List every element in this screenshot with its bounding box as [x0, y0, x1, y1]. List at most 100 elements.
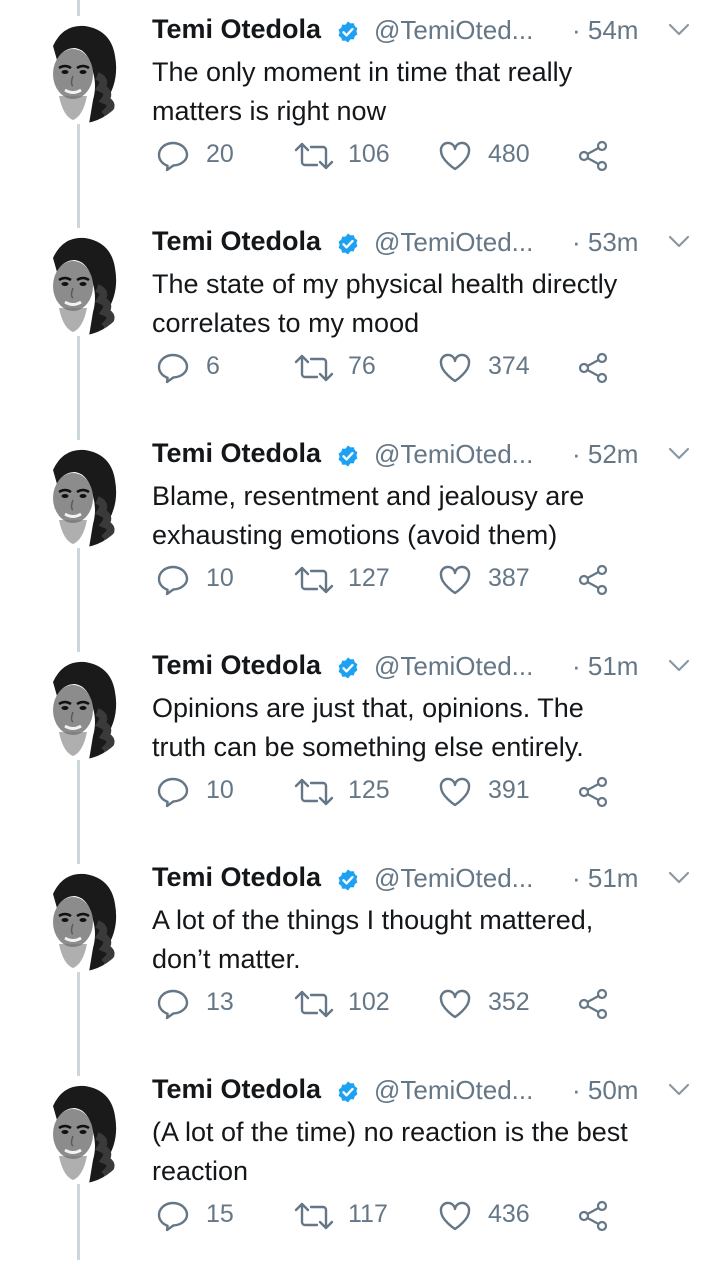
retweet-button[interactable]: 117: [292, 1198, 412, 1234]
tweet-item[interactable]: Temi Otedola @TemiOted... · 54m The only…: [0, 0, 720, 212]
chevron-down-icon[interactable]: [668, 658, 690, 674]
tweet-actions: 10 125 391: [156, 774, 716, 810]
reply-count: 20: [206, 140, 234, 168]
reply-button[interactable]: 20: [156, 138, 266, 174]
retweet-count: 76: [348, 352, 376, 380]
tweet-timestamp[interactable]: · 51m: [572, 863, 638, 894]
author-name[interactable]: Temi Otedola: [152, 862, 321, 893]
avatar[interactable]: [23, 228, 131, 336]
verified-badge-icon: [336, 1080, 360, 1104]
like-button[interactable]: 436: [438, 1198, 558, 1234]
like-button[interactable]: 374: [438, 350, 558, 386]
author-handle[interactable]: @TemiOted...: [374, 15, 533, 46]
retweet-button[interactable]: 127: [292, 562, 412, 598]
reply-count: 10: [206, 776, 234, 804]
author-handle[interactable]: @TemiOted...: [374, 863, 533, 894]
tweet-header: Temi Otedola @TemiOted... · 51m: [152, 650, 702, 684]
tweet-text-line: correlates to my mood: [152, 308, 420, 338]
avatar[interactable]: [23, 652, 131, 760]
avatar[interactable]: [23, 16, 131, 124]
like-button[interactable]: 387: [438, 562, 558, 598]
reply-count: 15: [206, 1200, 234, 1228]
tweet-text: The state of my physical health directly…: [152, 265, 702, 343]
tweet-actions: 6 76 374: [156, 350, 716, 386]
author-handle[interactable]: @TemiOted...: [374, 227, 533, 258]
chevron-down-icon[interactable]: [668, 22, 690, 38]
tweet-text-line: matters is right now: [152, 96, 387, 126]
reply-button[interactable]: 13: [156, 986, 266, 1022]
chevron-down-icon[interactable]: [668, 234, 690, 250]
tweet-actions: 20 106 480: [156, 138, 716, 174]
tweet-text-line: Opinions are just that, opinions. The: [152, 693, 584, 723]
retweet-count: 106: [348, 140, 390, 168]
tweet-actions: 15 117 436: [156, 1198, 716, 1234]
share-button[interactable]: [576, 562, 616, 598]
tweet-item[interactable]: Temi Otedola @TemiOted... · 51m Opinions…: [0, 636, 720, 848]
tweet-text-line: The only moment in time that really: [152, 57, 573, 87]
like-count: 387: [488, 564, 530, 592]
share-button[interactable]: [576, 774, 616, 810]
tweet-text: Blame, resentment and jealousy are exhaus…: [152, 477, 702, 555]
reply-button[interactable]: 10: [156, 562, 266, 598]
tweet-header: Temi Otedola @TemiOted... · 54m: [152, 14, 702, 48]
like-button[interactable]: 391: [438, 774, 558, 810]
reply-button[interactable]: 6: [156, 350, 266, 386]
like-count: 374: [488, 352, 530, 380]
verified-badge-icon: [336, 444, 360, 468]
retweet-button[interactable]: 125: [292, 774, 412, 810]
verified-badge-icon: [336, 20, 360, 44]
reply-button[interactable]: 10: [156, 774, 266, 810]
like-count: 391: [488, 776, 530, 804]
avatar[interactable]: [23, 440, 131, 548]
verified-badge-icon: [336, 656, 360, 680]
tweet-timestamp[interactable]: · 50m: [572, 1075, 638, 1106]
share-button[interactable]: [576, 138, 616, 174]
avatar[interactable]: [23, 1076, 131, 1184]
like-button[interactable]: 352: [438, 986, 558, 1022]
tweet-text: A lot of the things I thought mattered, d…: [152, 901, 702, 979]
avatar[interactable]: [23, 864, 131, 972]
tweet-timestamp[interactable]: · 53m: [572, 227, 638, 258]
retweet-button[interactable]: 106: [292, 138, 412, 174]
verified-badge-icon: [336, 868, 360, 892]
chevron-down-icon[interactable]: [668, 1082, 690, 1098]
author-name[interactable]: Temi Otedola: [152, 14, 321, 45]
retweet-count: 102: [348, 988, 390, 1016]
chevron-down-icon[interactable]: [668, 870, 690, 886]
retweet-button[interactable]: 102: [292, 986, 412, 1022]
share-button[interactable]: [576, 350, 616, 386]
tweet-item[interactable]: Temi Otedola @TemiOted... · 52m Blame, r…: [0, 424, 720, 636]
tweet-item[interactable]: Temi Otedola @TemiOted... · 53m The stat…: [0, 212, 720, 424]
author-handle[interactable]: @TemiOted...: [374, 651, 533, 682]
author-name[interactable]: Temi Otedola: [152, 226, 321, 257]
author-handle[interactable]: @TemiOted...: [374, 1075, 533, 1106]
reply-count: 10: [206, 564, 234, 592]
reply-count: 13: [206, 988, 234, 1016]
tweet-text-line: The state of my physical health directly: [152, 269, 618, 299]
retweet-count: 127: [348, 564, 390, 592]
author-name[interactable]: Temi Otedola: [152, 1074, 321, 1105]
tweet-timestamp[interactable]: · 52m: [572, 439, 638, 470]
author-name[interactable]: Temi Otedola: [152, 650, 321, 681]
tweet-header: Temi Otedola @TemiOted... · 52m: [152, 438, 702, 472]
tweet-item[interactable]: Temi Otedola @TemiOted... · 51m A lot of…: [0, 848, 720, 1060]
tweet-text-line: don’t matter.: [152, 944, 301, 974]
chevron-down-icon[interactable]: [668, 446, 690, 462]
tweet-actions: 13 102 352: [156, 986, 716, 1022]
like-count: 480: [488, 140, 530, 168]
author-handle[interactable]: @TemiOted...: [374, 439, 533, 470]
tweet-timestamp[interactable]: · 54m: [572, 15, 638, 46]
tweet-text: The only moment in time that really matte…: [152, 53, 702, 131]
like-button[interactable]: 480: [438, 138, 558, 174]
tweet-text-line: A lot of the things I thought mattered,: [152, 905, 594, 935]
verified-badge-icon: [336, 232, 360, 256]
share-button[interactable]: [576, 986, 616, 1022]
tweet-text: (A lot of the time) no reaction is the b…: [152, 1113, 702, 1191]
retweet-button[interactable]: 76: [292, 350, 412, 386]
share-button[interactable]: [576, 1198, 616, 1234]
tweet-text-line: truth can be something else entirely.: [152, 732, 584, 762]
reply-button[interactable]: 15: [156, 1198, 266, 1234]
tweet-item[interactable]: Temi Otedola @TemiOted... · 50m (A lot o…: [0, 1060, 720, 1272]
author-name[interactable]: Temi Otedola: [152, 438, 321, 469]
tweet-timestamp[interactable]: · 51m: [572, 651, 638, 682]
